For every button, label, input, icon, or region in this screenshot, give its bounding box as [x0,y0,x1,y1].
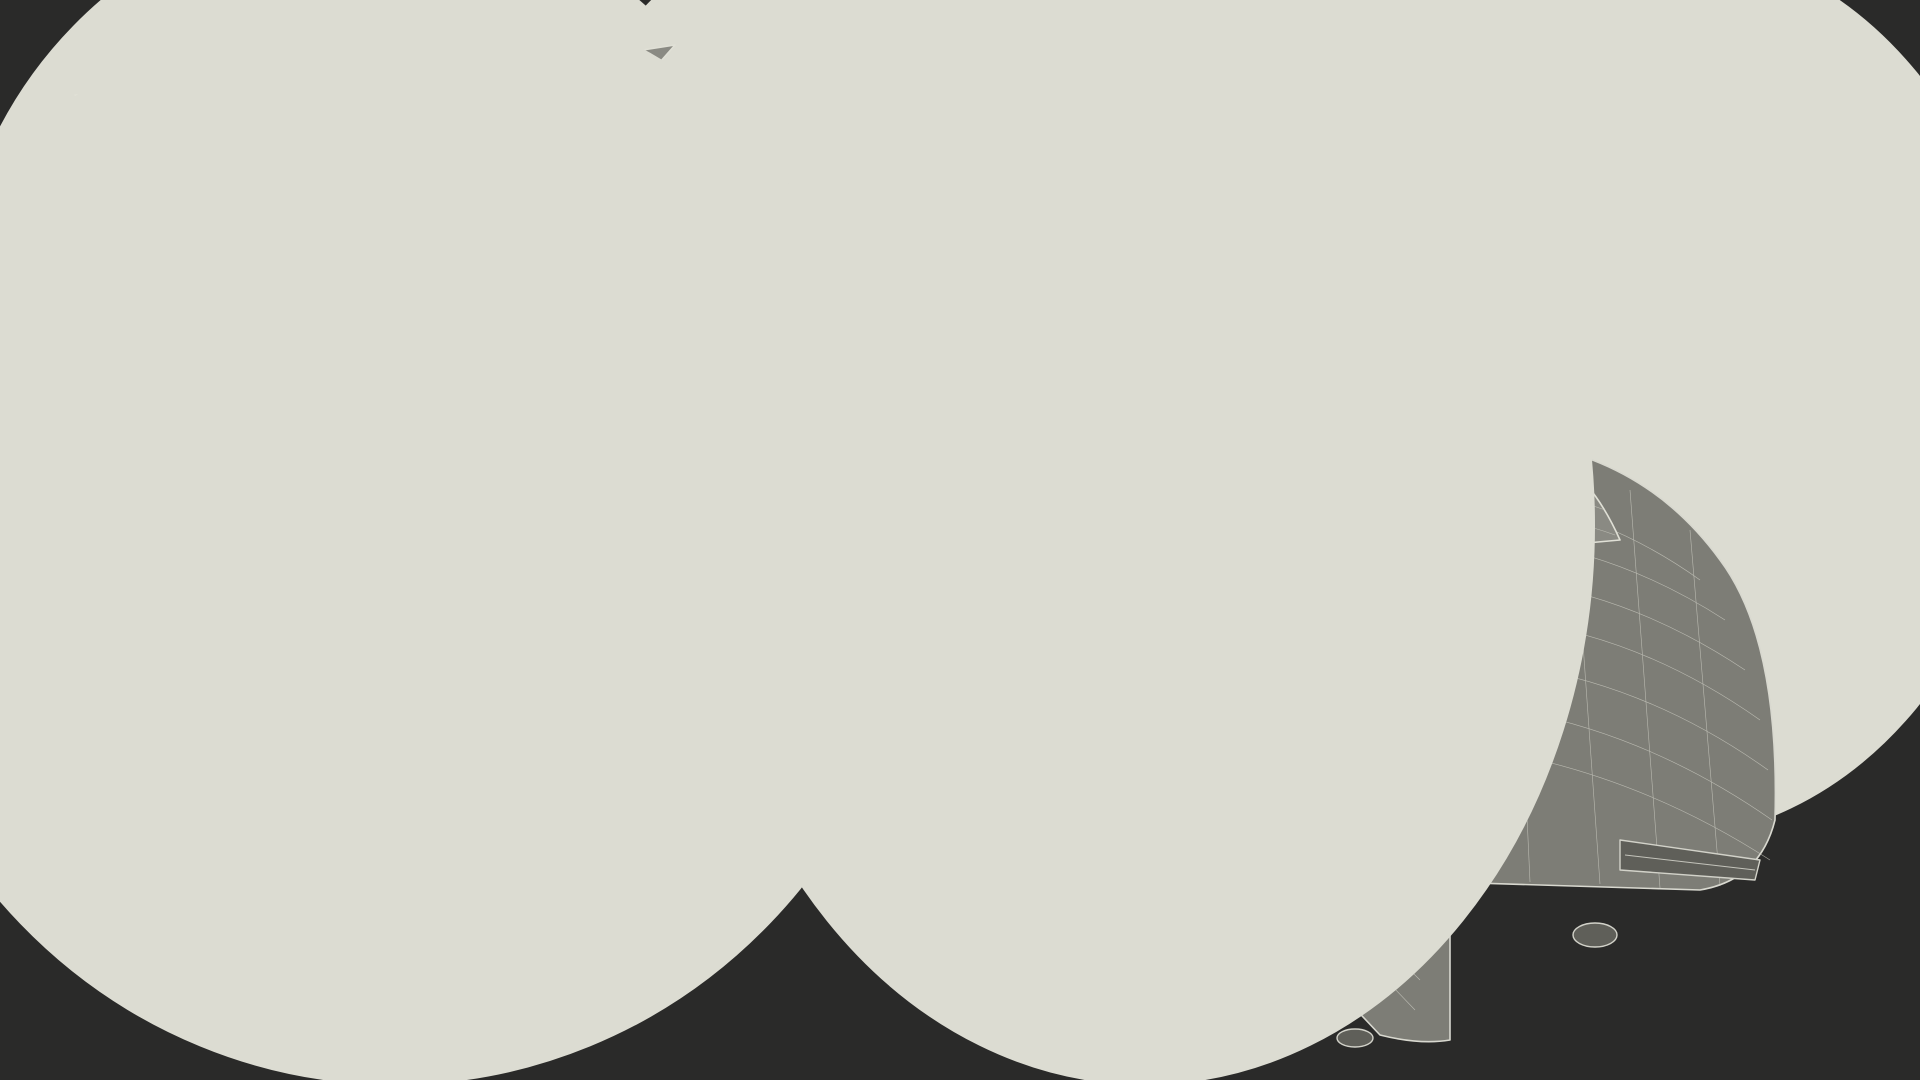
render-viewport [0,0,1920,1080]
wireframe-render [0,0,1920,1080]
rotor-rear-left-front [130,260,660,810]
rotor-center-front [920,245,1370,805]
